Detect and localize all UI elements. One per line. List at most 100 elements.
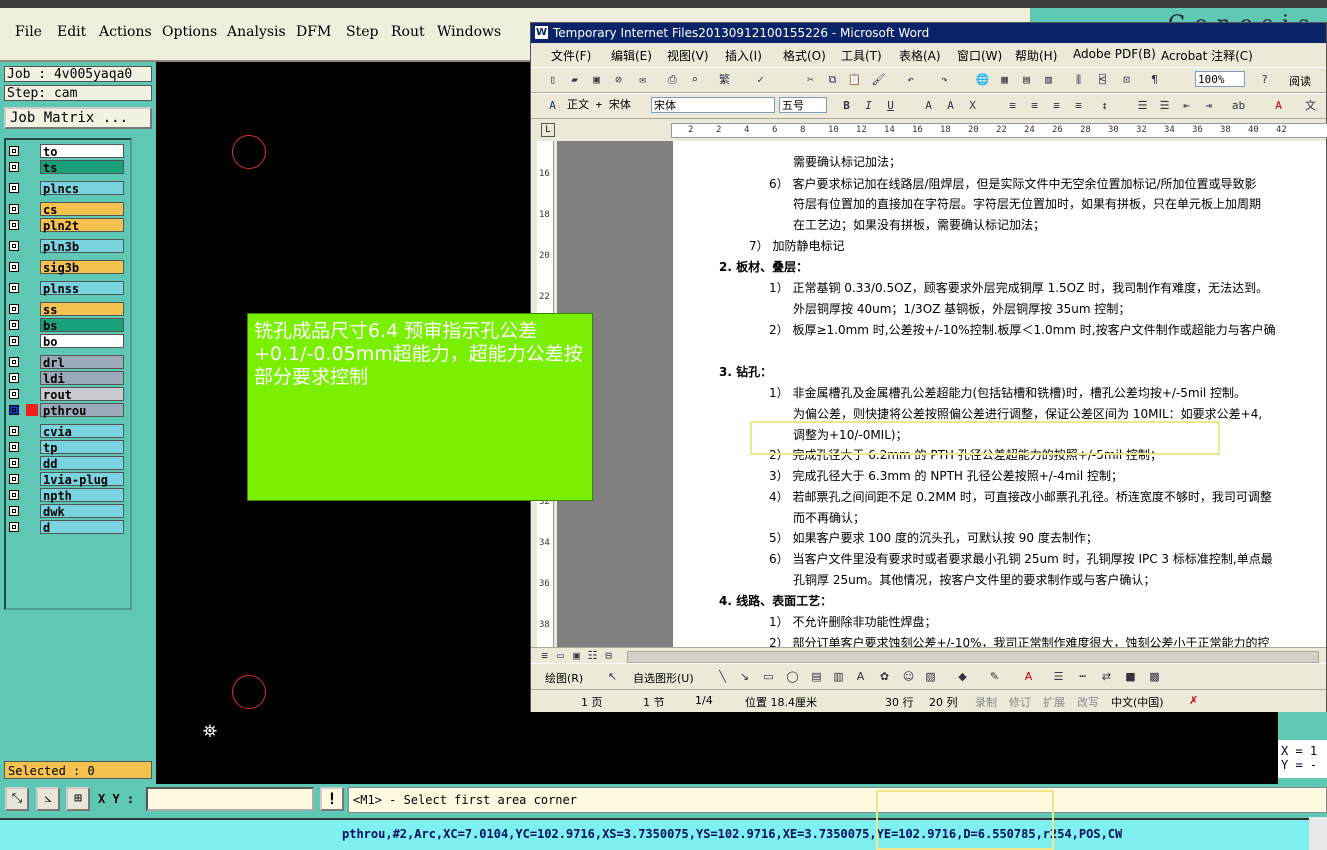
layer-row[interactable]: pthrou (6, 403, 128, 418)
align-center-icon[interactable]: ≡ (1027, 98, 1042, 113)
decrease-indent-icon[interactable]: ⇤ (1179, 98, 1194, 113)
bullets-icon[interactable]: ☰ (1157, 98, 1172, 113)
word-menu-tools[interactable]: 工具(T) (841, 47, 882, 64)
word-menu-file[interactable]: 文件(F) (551, 47, 591, 64)
justify-icon[interactable]: ≡ (1071, 98, 1086, 113)
layer-name[interactable]: plnss (40, 281, 124, 296)
layer-checkbox[interactable] (9, 522, 19, 532)
bold-icon[interactable]: B (839, 98, 854, 113)
insert-table-icon[interactable]: ▤ (1019, 72, 1034, 87)
layer-name[interactable]: tp (40, 440, 124, 455)
picture-icon[interactable]: ▨ (923, 669, 938, 684)
font-size-select[interactable]: 五号 (779, 97, 827, 113)
layer-row[interactable]: ts (6, 160, 128, 175)
cut-icon[interactable]: ✂ (803, 72, 818, 87)
document-page[interactable]: 需要确认标记加法； 6） 客户要求标记加在线路层/阻焊层，但是实际文件中无空余位置… (673, 141, 1326, 647)
horizontal-scrollbar[interactable] (627, 651, 1319, 663)
layer-row[interactable]: 1via-plug (6, 472, 128, 487)
read-button[interactable]: 阅读 (1289, 73, 1311, 89)
tray-icon[interactable] (1309, 817, 1327, 850)
horizontal-ruler[interactable]: L 2 2 4 6 8 10 12 14 16 18 20 22 24 26 28 30 32 34 36 38 40 4… (531, 119, 1327, 141)
status-track[interactable]: 修订 (1009, 694, 1031, 710)
layer-checkbox[interactable] (9, 357, 19, 367)
hyperlink-icon[interactable]: 🌐 (975, 72, 990, 87)
layer-checkbox[interactable] (9, 162, 19, 172)
layer-checkbox[interactable] (9, 474, 19, 484)
layer-row[interactable]: d (6, 520, 128, 535)
layer-name[interactable]: 1via-plug (40, 472, 124, 487)
layer-checkbox[interactable] (9, 146, 19, 156)
text-color-icon[interactable]: A (1021, 669, 1036, 684)
layer-name[interactable]: ts (40, 160, 124, 175)
layer-checkbox[interactable] (9, 204, 19, 214)
layer-row[interactable]: to (6, 144, 128, 159)
spelling-icon[interactable]: ✓ (753, 72, 768, 87)
layer-row[interactable]: rout (6, 387, 128, 402)
layer-row[interactable]: npth (6, 488, 128, 503)
status-extend[interactable]: 扩展 (1043, 694, 1065, 710)
paste-icon[interactable]: 📋 (847, 72, 862, 87)
word-menu-format[interactable]: 格式(O) (783, 47, 826, 64)
status-record[interactable]: 录制 (975, 694, 997, 710)
layer-checkbox[interactable] (9, 336, 19, 346)
menu-edit[interactable]: Edit (57, 24, 86, 40)
layer-checkbox[interactable] (9, 506, 19, 516)
job-matrix-button[interactable]: Job Matrix ... (4, 107, 152, 129)
layer-row[interactable]: bs (6, 318, 128, 333)
style-select[interactable]: 正文 + 宋体 (567, 97, 645, 113)
layer-checkbox[interactable] (9, 220, 19, 230)
layer-name[interactable]: ss (40, 302, 124, 317)
layer-checkbox[interactable] (9, 405, 19, 415)
rectangle-icon[interactable]: ▭ (761, 669, 776, 684)
highlight-icon[interactable]: ab (1231, 98, 1246, 113)
word-menu-insert[interactable]: 插入(I) (725, 47, 762, 64)
print-preview-icon[interactable]: ⌕ (687, 72, 702, 87)
layer-checkbox[interactable] (9, 373, 19, 383)
arrow-icon[interactable]: ↘ (737, 669, 752, 684)
line-style-icon[interactable]: ☰ (1051, 669, 1066, 684)
redo-icon[interactable]: ↷ (937, 72, 952, 87)
layer-row[interactable]: dd (6, 456, 128, 471)
status-overtype[interactable]: 改写 (1077, 694, 1099, 710)
arrow-style-icon[interactable]: ⇄ (1099, 669, 1114, 684)
layer-checkbox[interactable] (9, 458, 19, 468)
layer-name[interactable]: pln2t (40, 218, 124, 233)
increase-indent-icon[interactable]: ⇥ (1201, 98, 1216, 113)
sticky-note[interactable]: 铣孔成品尺寸6.4 预审指示孔公差+0.1/-0.05mm超能力，超能力公差按部… (247, 313, 593, 501)
layer-name[interactable]: npth (40, 488, 124, 503)
align-right-icon[interactable]: ≡ (1049, 98, 1064, 113)
layer-row[interactable]: tp (6, 440, 128, 455)
permission-icon[interactable]: ⊘ (611, 72, 626, 87)
layer-name[interactable]: bs (40, 318, 124, 333)
layer-name[interactable]: ldi (40, 371, 124, 386)
copy-icon[interactable]: ⧉ (825, 72, 840, 87)
layer-name[interactable]: sig3b (40, 260, 124, 275)
layer-name[interactable]: pln3b (40, 239, 124, 254)
document-map-icon[interactable]: ⊡ (1119, 72, 1134, 87)
web-view-icon[interactable]: ▭ (553, 648, 568, 663)
shadow-icon[interactable]: ■ (1123, 669, 1138, 684)
layer-row[interactable]: sig3b (6, 260, 128, 275)
word-menu-adobe-pdf[interactable]: Adobe PDF(B) (1073, 47, 1156, 61)
email-icon[interactable]: ✉ (635, 72, 650, 87)
alert-button[interactable]: ! (320, 787, 344, 811)
layer-checkbox[interactable] (9, 283, 19, 293)
clipart-icon[interactable]: ☺ (901, 669, 916, 684)
show-hide-icon[interactable]: ¶ (1147, 72, 1162, 87)
layer-row[interactable]: ldi (6, 371, 128, 386)
layer-row[interactable]: cvia (6, 424, 128, 439)
spelling-status-icon[interactable]: ✗ (1189, 694, 1198, 707)
layer-checkbox[interactable] (9, 320, 19, 330)
layer-row[interactable]: bo (6, 334, 128, 349)
reading-view-icon[interactable]: ⊟ (601, 648, 616, 663)
char-scale-icon[interactable]: X (965, 98, 980, 113)
word-menu-acrobat[interactable]: Acrobat 注释(C) (1161, 47, 1253, 64)
fill-color-icon[interactable]: ◆ (955, 669, 970, 684)
tab-stop-icon[interactable]: L (541, 123, 555, 137)
char-shading-icon[interactable]: A (943, 98, 958, 113)
3d-icon[interactable]: ▩ (1147, 669, 1162, 684)
line-color-icon[interactable]: ✎ (987, 669, 1002, 684)
menu-rout[interactable]: Rout (391, 24, 425, 40)
menu-dfm[interactable]: DFM (296, 24, 331, 40)
outline-view-icon[interactable]: ☷ (585, 648, 600, 663)
